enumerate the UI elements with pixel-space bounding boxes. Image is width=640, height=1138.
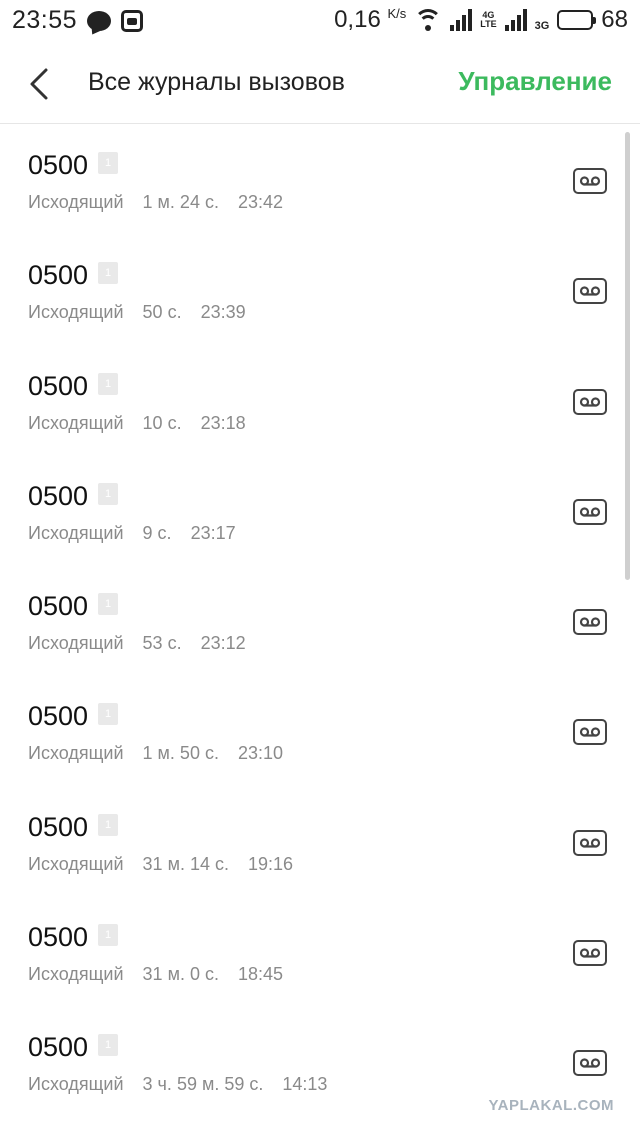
- status-bar: 23:55 0,16 K/s 4G LTE 3G 68: [0, 0, 640, 44]
- call-number: 0500: [28, 811, 89, 842]
- call-duration: 31 м. 0 с.: [142, 964, 219, 985]
- call-recording-icon[interactable]: [573, 498, 607, 525]
- call-meta: Исходящий 53 с. 23:12: [28, 633, 260, 654]
- sim-card-icon: 1: [98, 924, 118, 947]
- call-duration: 50 с.: [142, 302, 182, 323]
- call-number: 0500: [28, 1032, 89, 1063]
- call-recording-icon[interactable]: [573, 829, 607, 856]
- call-duration: 31 м. 14 с.: [142, 853, 229, 874]
- call-type: Исходящий: [28, 743, 124, 764]
- call-type: Исходящий: [28, 964, 124, 985]
- battery-percent: 68: [601, 6, 628, 33]
- network-speed-value: 0,16: [334, 6, 381, 33]
- call-duration: 10 с.: [142, 412, 182, 433]
- call-recording-icon[interactable]: [573, 278, 607, 305]
- sim-card-icon: 1: [98, 1034, 118, 1057]
- network-type-4g: 4G LTE: [480, 11, 496, 29]
- back-button[interactable]: [24, 66, 56, 102]
- sim-card-icon: 1: [98, 482, 118, 505]
- scrollbar[interactable]: [625, 132, 630, 580]
- call-time: 23:17: [190, 522, 236, 543]
- call-recording-icon[interactable]: [573, 940, 607, 967]
- call-meta: Исходящий 10 с. 23:18: [28, 413, 260, 434]
- watermark: YAPLAKAL.COM: [488, 1097, 614, 1114]
- network-speed: 0,16 K/s: [334, 6, 406, 34]
- call-number: 0500: [28, 591, 89, 622]
- call-duration: 1 м. 24 с.: [142, 192, 219, 212]
- call-log-row[interactable]: 0500 1 Исходящий 31 м. 14 с. 19:16: [0, 788, 640, 898]
- call-duration: 53 с.: [142, 633, 182, 654]
- sim-card-icon: 1: [98, 262, 118, 285]
- signal-icon-sim2: [504, 9, 527, 31]
- call-meta: Исходящий 1 м. 24 с. 23:42: [28, 192, 297, 213]
- call-duration: 1 м. 50 с.: [142, 743, 219, 764]
- call-log-row[interactable]: 0500 1 Исходящий 10 с. 23:18: [0, 347, 640, 457]
- call-log-row[interactable]: 0500 1 Исходящий 31 м. 0 с. 18:45: [0, 898, 640, 1008]
- call-log-list: 0500 1 Исходящий 1 м. 24 с. 23:42 0500 1…: [0, 126, 640, 1119]
- call-log-row[interactable]: 0500 1 Исходящий 53 с. 23:12: [0, 567, 640, 677]
- header: Все журналы вызовов Управление: [0, 44, 640, 124]
- chevron-left-icon: [30, 68, 48, 100]
- call-time: 23:39: [200, 302, 246, 323]
- call-time: 23:10: [237, 743, 284, 764]
- call-type: Исходящий: [28, 1074, 124, 1095]
- wifi-icon: [414, 9, 443, 31]
- call-number: 0500: [28, 480, 89, 511]
- call-type: Исходящий: [28, 633, 124, 654]
- call-type: Исходящий: [28, 853, 124, 874]
- message-notification-icon: [87, 10, 112, 31]
- battery-icon: [557, 10, 597, 30]
- call-number: 0500: [28, 150, 89, 180]
- call-meta: Исходящий 3 ч. 59 м. 59 с. 14:13: [28, 1074, 341, 1095]
- call-type: Исходящий: [28, 302, 124, 323]
- sim-card-icon: 1: [98, 593, 118, 616]
- manage-button[interactable]: Управление: [458, 66, 612, 97]
- call-log-row[interactable]: 0500 1 Исходящий 1 м. 24 с. 23:42: [0, 126, 640, 236]
- call-type: Исходящий: [28, 412, 124, 433]
- sim-card-icon: 1: [98, 703, 118, 726]
- network-type-3g: 3G: [534, 20, 550, 32]
- status-right: 0,16 K/s 4G LTE 3G 68: [334, 6, 628, 34]
- call-time: 23:12: [200, 633, 246, 654]
- call-meta: Исходящий 31 м. 0 с. 18:45: [28, 964, 297, 985]
- call-recording-icon[interactable]: [573, 1050, 607, 1077]
- call-duration: 9 с.: [142, 522, 172, 543]
- call-recording-icon[interactable]: [573, 388, 607, 415]
- call-recording-icon[interactable]: [573, 609, 607, 636]
- call-time: 18:45: [237, 964, 284, 985]
- call-recording-icon[interactable]: [573, 168, 607, 194]
- call-time: 23:18: [200, 412, 246, 433]
- status-time: 23:55: [12, 6, 78, 34]
- call-type: Исходящий: [28, 192, 124, 212]
- call-time: 14:13: [282, 1074, 328, 1095]
- page-title: Все журналы вызовов: [88, 68, 345, 96]
- status-left: 23:55: [12, 6, 144, 35]
- sim-card-icon: 1: [98, 152, 118, 174]
- signal-icon-sim1: [450, 9, 473, 31]
- call-duration: 3 ч. 59 м. 59 с.: [142, 1074, 264, 1095]
- call-log-row[interactable]: 0500 1 Исходящий 50 с. 23:39: [0, 236, 640, 346]
- call-recording-icon[interactable]: [573, 719, 607, 746]
- call-number: 0500: [28, 701, 89, 732]
- call-log-row[interactable]: 0500 1 Исходящий 1 м. 50 с. 23:10: [0, 677, 640, 787]
- sim-card-icon: 1: [98, 813, 118, 836]
- call-log-row[interactable]: 0500 1 Исходящий 9 с. 23:17: [0, 457, 640, 567]
- sim-card-icon: 1: [98, 372, 118, 395]
- call-meta: Исходящий 50 с. 23:39: [28, 302, 260, 323]
- call-type: Исходящий: [28, 522, 124, 543]
- app-notification-icon: [121, 9, 144, 32]
- net-lte-label: LTE: [480, 19, 497, 29]
- call-meta: Исходящий 9 с. 23:17: [28, 523, 250, 544]
- call-number: 0500: [28, 922, 89, 953]
- call-time: 23:42: [237, 192, 284, 212]
- call-number: 0500: [28, 370, 89, 401]
- call-number: 0500: [28, 260, 89, 291]
- call-time: 19:16: [248, 853, 294, 874]
- call-meta: Исходящий 1 м. 50 с. 23:10: [28, 743, 297, 764]
- call-meta: Исходящий 31 м. 14 с. 19:16: [28, 854, 307, 875]
- network-speed-unit: K/s: [387, 6, 407, 21]
